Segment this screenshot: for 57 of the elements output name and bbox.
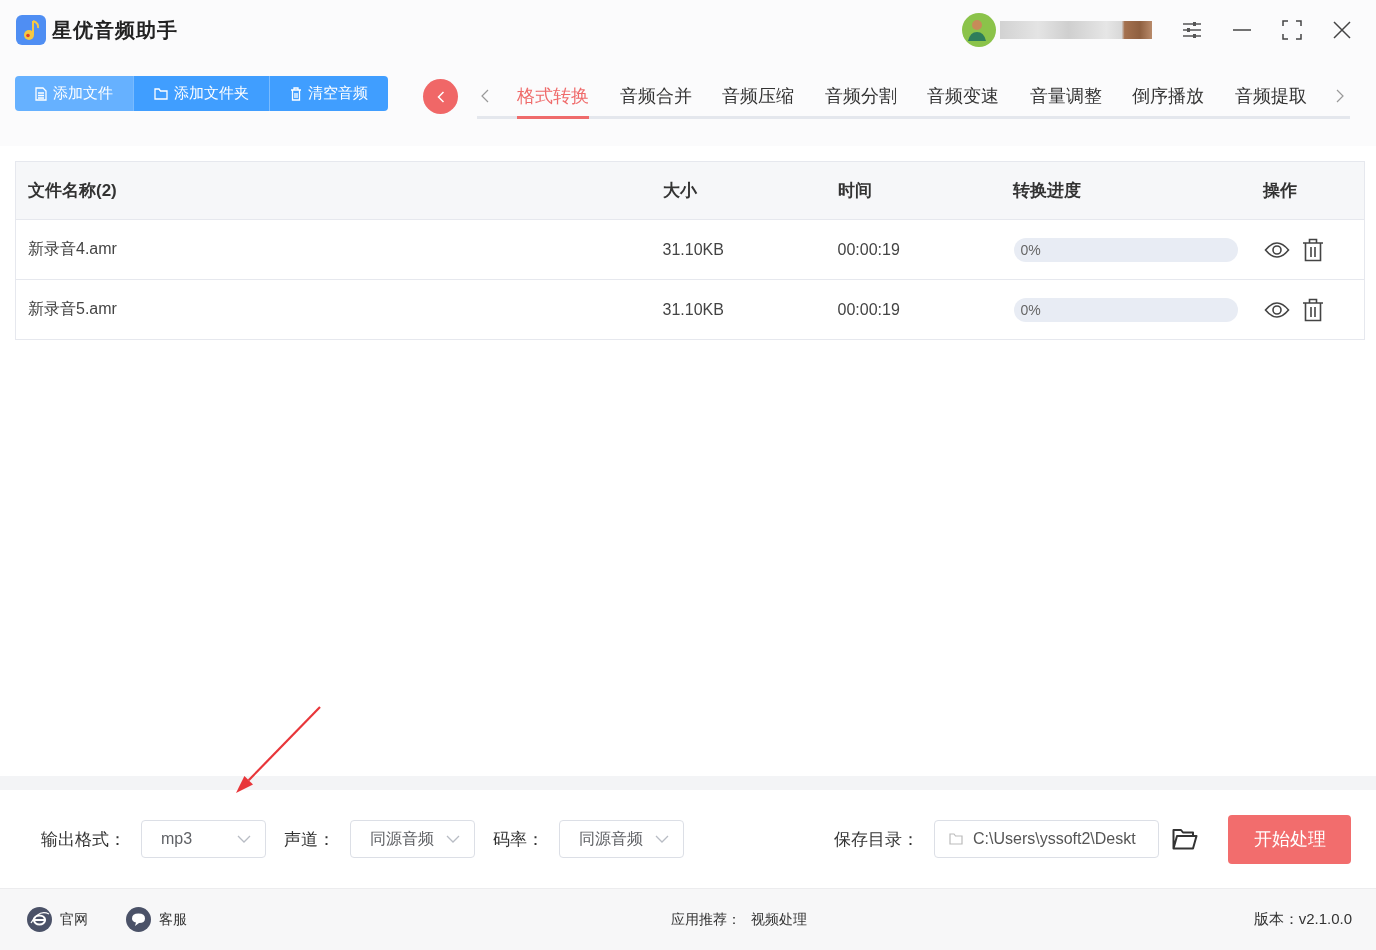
chevron-right-icon[interactable] bbox=[1336, 89, 1344, 103]
trash-icon bbox=[290, 86, 302, 101]
setting-label: 保存目录： bbox=[834, 828, 919, 851]
tab[interactable]: 音量调整 bbox=[1029, 76, 1102, 119]
chevron-left-icon[interactable] bbox=[481, 89, 489, 103]
tab[interactable]: 音频提取 bbox=[1234, 76, 1307, 119]
setting-label: 码率： bbox=[493, 828, 544, 851]
dropdown-select[interactable]: mp3 bbox=[141, 820, 266, 858]
folder-open-icon[interactable] bbox=[1172, 828, 1198, 850]
file-icon bbox=[35, 86, 47, 101]
setting-label: 声道： bbox=[284, 828, 335, 851]
tab[interactable]: 倒序播放 bbox=[1132, 76, 1204, 119]
table-cell: 00:00:19 bbox=[837, 300, 900, 318]
chevron-left-icon bbox=[436, 90, 445, 103]
column-header: 转换进度 bbox=[1012, 181, 1081, 200]
progress-reading: 0% bbox=[1019, 301, 1041, 318]
dropdown-select[interactable]: 同源音频 bbox=[350, 820, 475, 858]
table-cell: 31.10KB bbox=[662, 300, 724, 318]
save-path-field[interactable]: C:\Users\yssoft2\Deskt bbox=[934, 820, 1159, 858]
chevron-down-icon bbox=[446, 835, 460, 843]
trash-icon[interactable] bbox=[1301, 237, 1324, 262]
app-title: 星优音频助手 bbox=[52, 17, 178, 43]
column-header: 大小 bbox=[662, 181, 697, 200]
recommend-label: 应用推荐： bbox=[671, 910, 742, 929]
maximize-icon[interactable] bbox=[1282, 20, 1302, 40]
table-cell: 00:00:19 bbox=[837, 240, 900, 258]
recommend-link[interactable]: 视频处理 bbox=[751, 910, 808, 929]
table-cell: 新录音5.amr bbox=[28, 300, 117, 317]
chevron-down-icon bbox=[237, 835, 251, 843]
dropdown-select[interactable]: 同源音频 bbox=[559, 820, 684, 858]
folder-icon bbox=[154, 87, 168, 100]
avatar-icon[interactable] bbox=[962, 13, 996, 47]
tab[interactable]: 音频变速 bbox=[927, 76, 999, 119]
column-header: 文件名称(2) bbox=[28, 181, 117, 200]
column-header: 操作 bbox=[1262, 181, 1297, 200]
progress-reading: 0% bbox=[1019, 241, 1041, 258]
chat-icon bbox=[126, 907, 151, 932]
web-icon bbox=[27, 907, 52, 932]
close-icon[interactable] bbox=[1332, 20, 1352, 40]
folder-icon bbox=[949, 833, 963, 845]
footer-link[interactable]: 官网 bbox=[27, 907, 88, 932]
tab[interactable]: 音频分割 bbox=[824, 76, 897, 119]
app-logo-icon bbox=[16, 15, 46, 45]
back-button[interactable] bbox=[423, 79, 458, 114]
version-text: 版本：v2.1.0.0 bbox=[1253, 910, 1352, 929]
table-cell: 31.10KB bbox=[662, 240, 724, 258]
trash-icon[interactable] bbox=[1301, 297, 1324, 322]
table-cell: 新录音4.amr bbox=[28, 240, 117, 257]
column-header: 时间 bbox=[837, 181, 872, 200]
chevron-down-icon bbox=[655, 835, 669, 843]
footer-link[interactable]: 客服 bbox=[126, 907, 187, 932]
tab[interactable]: 音频压缩 bbox=[722, 76, 794, 119]
eye-icon[interactable] bbox=[1263, 240, 1290, 259]
tab[interactable]: 音频合并 bbox=[619, 76, 692, 119]
settings-icon[interactable] bbox=[1182, 20, 1202, 40]
eye-icon[interactable] bbox=[1263, 300, 1290, 319]
setting-label: 输出格式： bbox=[41, 828, 126, 851]
